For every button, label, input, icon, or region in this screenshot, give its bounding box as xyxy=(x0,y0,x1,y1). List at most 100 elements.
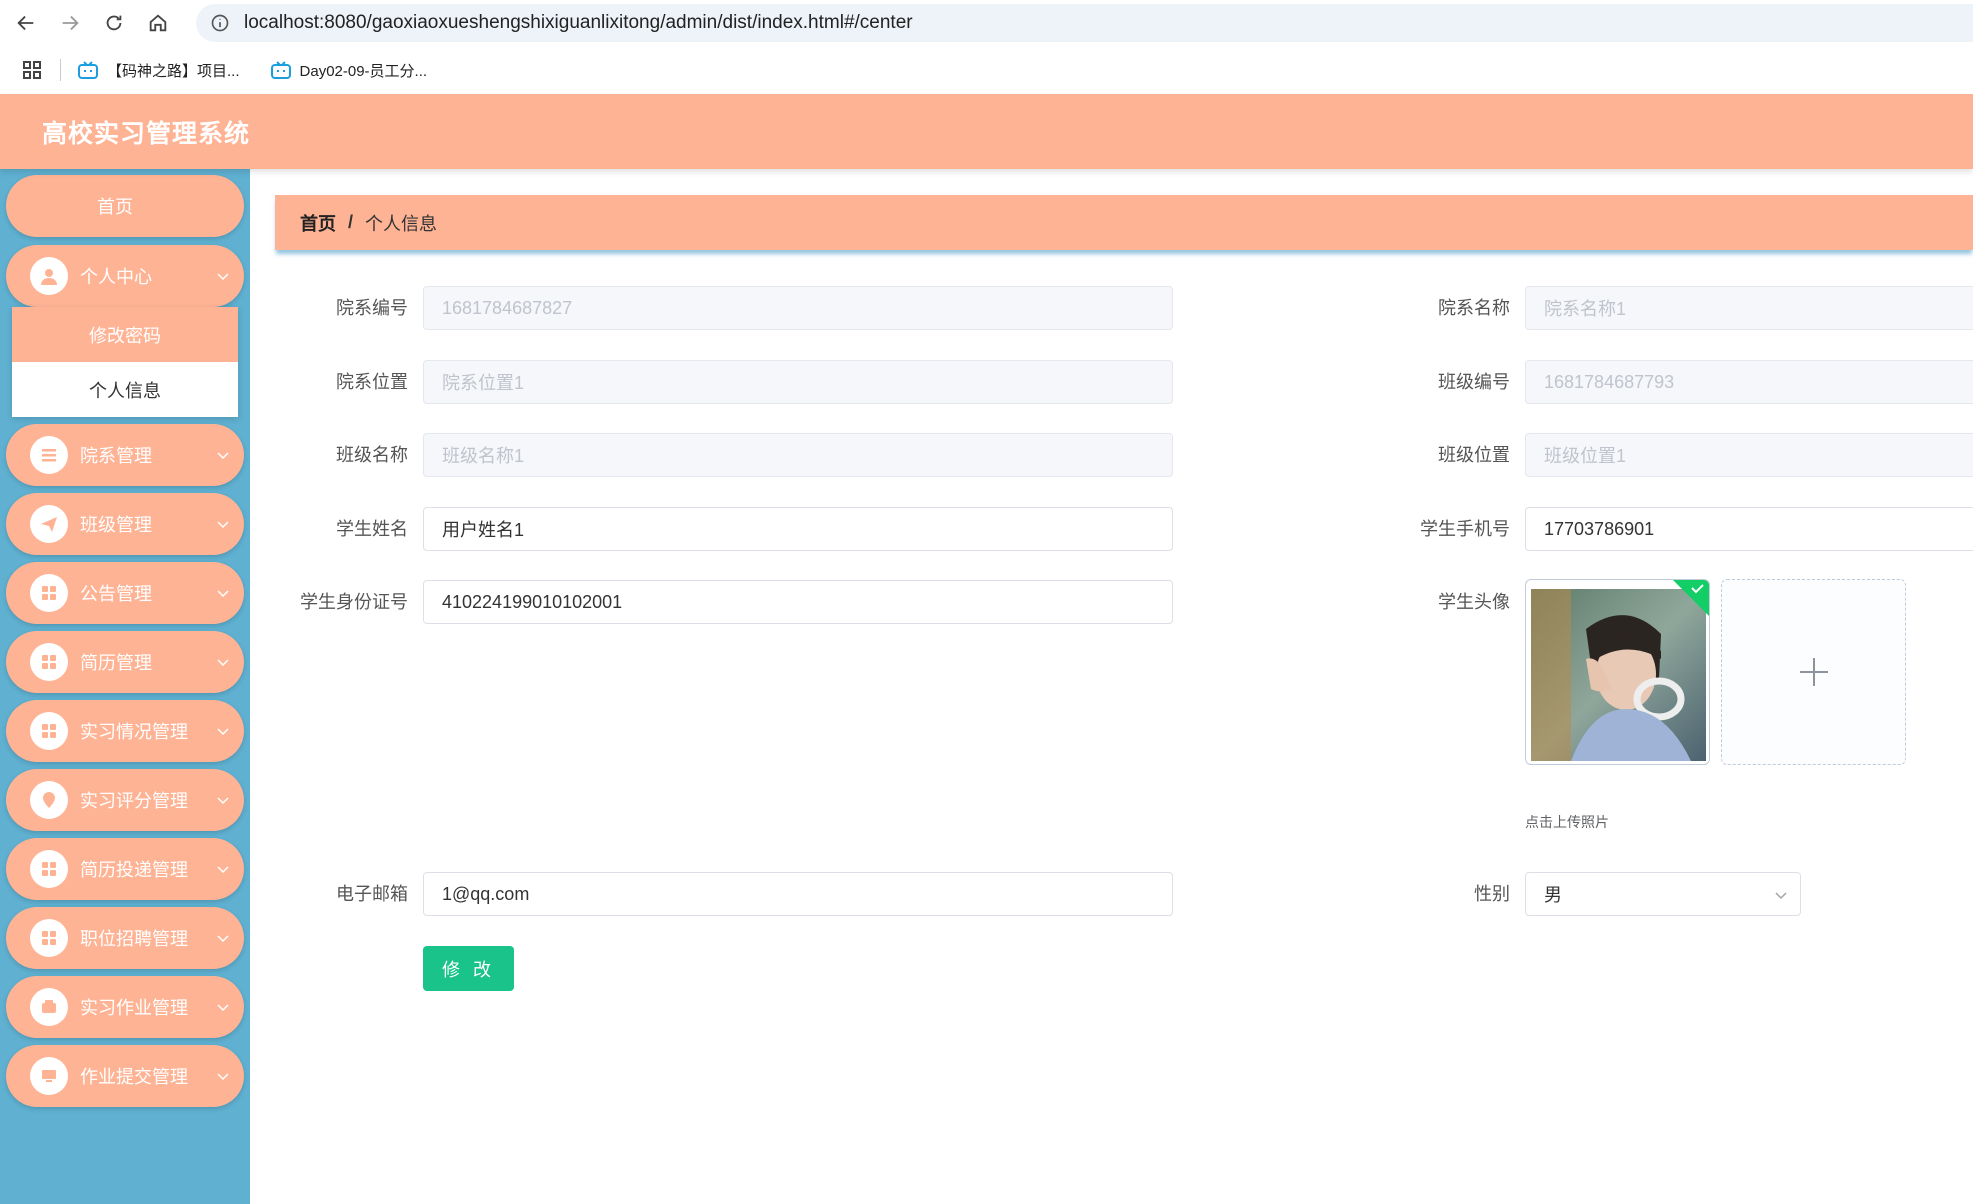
grid-icon xyxy=(30,850,68,888)
site-info-icon[interactable] xyxy=(210,13,230,33)
chevron-down-icon xyxy=(217,935,229,943)
chevron-down-icon xyxy=(217,797,229,805)
app-header: 高校实习管理系统 xyxy=(0,94,1973,169)
gender-label: 性别 xyxy=(1474,884,1510,904)
sidebar-item-class[interactable]: 班级管理 xyxy=(6,493,244,555)
chevron-down-icon xyxy=(217,659,229,667)
sidebar-item-label: 职位招聘管理 xyxy=(80,929,188,949)
sidebar-item-job-recruitment[interactable]: 职位招聘管理 xyxy=(6,907,244,969)
sidebar-item-label: 简历管理 xyxy=(80,653,152,673)
student-phone-input[interactable]: 17703786901 xyxy=(1525,507,1973,551)
forward-icon[interactable] xyxy=(52,5,88,41)
dept-name-label: 院系名称 xyxy=(1438,298,1510,318)
bookmark-separator xyxy=(60,59,61,81)
sidebar-item-personal-center[interactable]: 个人中心 xyxy=(6,245,244,307)
dept-name-input: 院系名称1 xyxy=(1525,286,1973,330)
home-icon[interactable] xyxy=(140,5,176,41)
dept-location-label: 院系位置 xyxy=(336,372,408,392)
sidebar-item-label: 班级管理 xyxy=(80,515,152,535)
submenu-item-personal-info[interactable]: 个人信息 xyxy=(12,362,238,417)
chevron-down-icon xyxy=(217,521,229,529)
back-icon[interactable] xyxy=(8,5,44,41)
chevron-down-icon xyxy=(217,728,229,736)
email-input[interactable]: 1@qq.com xyxy=(423,872,1173,916)
class-id-label: 班级编号 xyxy=(1438,372,1510,392)
bookmarks-bar: 【码神之路】项目... Day02-09-员工分... xyxy=(0,46,1973,94)
sidebar-item-homework[interactable]: 实习作业管理 xyxy=(6,976,244,1038)
class-name-label: 班级名称 xyxy=(336,445,408,465)
bookmark-1[interactable]: 【码神之路】项目... xyxy=(77,60,240,81)
location-icon xyxy=(30,781,68,819)
bilibili-icon xyxy=(270,61,291,79)
sidebar-item-label: 实习评分管理 xyxy=(80,791,188,811)
breadcrumb-home[interactable]: 首页 xyxy=(300,210,336,236)
submenu-item-change-password[interactable]: 修改密码 xyxy=(12,307,238,362)
grid-icon xyxy=(30,919,68,957)
chevron-down-icon xyxy=(217,590,229,598)
address-bar[interactable]: localhost:8080/gaoxiaoxueshengshixiguanl… xyxy=(196,4,1973,42)
chevron-down-icon xyxy=(217,1004,229,1012)
sidebar-item-notice[interactable]: 公告管理 xyxy=(6,562,244,624)
sidebar-item-resume-delivery[interactable]: 简历投递管理 xyxy=(6,838,244,900)
sidebar-item-label: 实习情况管理 xyxy=(80,722,188,742)
dept-id-label: 院系编号 xyxy=(336,298,408,318)
student-name-input[interactable]: 用户姓名1 xyxy=(423,507,1173,551)
sidebar-item-home[interactable]: 首页 xyxy=(6,175,244,237)
class-id-input: 1681784687793 xyxy=(1525,360,1973,404)
class-name-input: 班级名称1 xyxy=(423,433,1173,477)
upload-hint: 点击上传照片 xyxy=(1525,814,1609,830)
sidebar: 首页 个人中心 修改密码 个人信息 院系管理 班级管理 公告管理 简历管理 实习… xyxy=(0,169,250,1204)
dept-id-input: 1681784687827 xyxy=(423,286,1173,330)
submit-button[interactable]: 修 改 xyxy=(423,946,514,991)
grid-icon xyxy=(30,574,68,612)
bookmark-1-label: 【码神之路】项目... xyxy=(107,62,240,80)
apps-grid-icon[interactable] xyxy=(22,60,42,80)
sidebar-item-label: 作业提交管理 xyxy=(80,1067,188,1087)
submenu-personal-center: 修改密码 个人信息 xyxy=(12,307,238,417)
plus-icon xyxy=(1799,658,1828,686)
sidebar-item-label: 简历投递管理 xyxy=(80,860,188,880)
wallet-icon xyxy=(30,988,68,1026)
check-icon xyxy=(1673,580,1709,616)
user-icon xyxy=(30,257,68,295)
chevron-down-icon xyxy=(217,452,229,460)
list-icon xyxy=(30,436,68,474)
sidebar-item-label: 个人中心 xyxy=(80,267,152,287)
gender-select[interactable]: 男 xyxy=(1525,872,1801,916)
sidebar-item-homework-submit[interactable]: 作业提交管理 xyxy=(6,1045,244,1107)
url-text: localhost:8080/gaoxiaoxueshengshixiguanl… xyxy=(244,12,913,33)
class-location-label: 班级位置 xyxy=(1438,445,1510,465)
sidebar-item-label: 院系管理 xyxy=(80,446,152,466)
sidebar-item-resume[interactable]: 简历管理 xyxy=(6,631,244,693)
dept-location-input: 院系位置1 xyxy=(423,360,1173,404)
sidebar-item-internship-status[interactable]: 实习情况管理 xyxy=(6,700,244,762)
student-idcard-label: 学生身份证号 xyxy=(300,592,408,612)
chevron-down-icon xyxy=(217,866,229,874)
breadcrumb: 首页 / 个人信息 xyxy=(275,195,1973,250)
breadcrumb-separator: / xyxy=(348,212,354,232)
app-title: 高校实习管理系统 xyxy=(42,119,251,148)
sidebar-item-label: 首页 xyxy=(97,197,133,217)
sidebar-item-internship-score[interactable]: 实习评分管理 xyxy=(6,769,244,831)
avatar-preview[interactable] xyxy=(1525,579,1710,765)
bookmark-2[interactable]: Day02-09-员工分... xyxy=(270,60,428,81)
bilibili-icon xyxy=(78,61,98,79)
student-phone-label: 学生手机号 xyxy=(1420,519,1510,539)
reload-icon[interactable] xyxy=(96,5,132,41)
sidebar-item-label: 公告管理 xyxy=(80,584,152,604)
bookmark-2-label: Day02-09-员工分... xyxy=(299,62,428,80)
monitor-icon xyxy=(30,1057,68,1095)
gender-value: 男 xyxy=(1544,885,1562,905)
email-label: 电子邮箱 xyxy=(336,884,408,904)
send-icon xyxy=(30,505,68,543)
chevron-down-icon xyxy=(217,273,229,281)
sidebar-item-label: 实习作业管理 xyxy=(80,998,188,1018)
grid-icon xyxy=(30,712,68,750)
student-idcard-input[interactable]: 410224199010102001 xyxy=(423,580,1173,624)
student-name-label: 学生姓名 xyxy=(336,519,408,539)
student-avatar-label: 学生头像 xyxy=(1438,592,1510,612)
upload-button[interactable] xyxy=(1721,579,1906,765)
class-location-input: 班级位置1 xyxy=(1525,433,1973,477)
chevron-down-icon xyxy=(217,1073,229,1081)
sidebar-item-dept[interactable]: 院系管理 xyxy=(6,424,244,486)
